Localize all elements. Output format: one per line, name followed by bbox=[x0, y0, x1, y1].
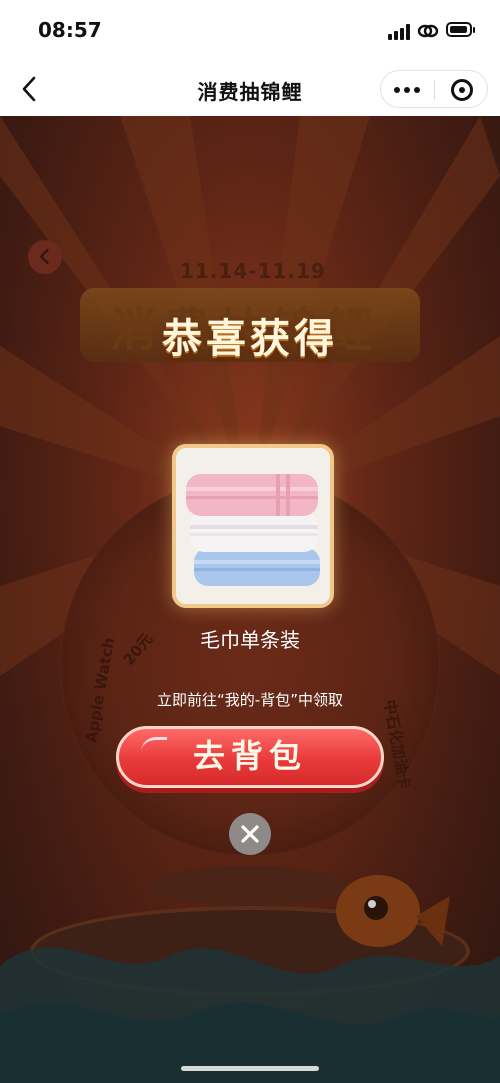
prize-image-card bbox=[172, 444, 334, 608]
nav-bar: 消费抽锦鲤 bbox=[0, 62, 500, 116]
battery-tip bbox=[473, 27, 475, 33]
prize-name: 毛巾单条装 bbox=[200, 628, 300, 652]
battery-icon bbox=[446, 22, 472, 37]
status-bar: 08:57 bbox=[0, 0, 500, 62]
game-back-icon bbox=[28, 240, 62, 274]
close-icon bbox=[241, 825, 259, 843]
go-to-bag-label: 去背包 bbox=[192, 737, 307, 775]
koi-fish-icon bbox=[336, 875, 450, 947]
mini-program-capsule bbox=[380, 70, 488, 108]
exit-button[interactable] bbox=[435, 71, 487, 107]
home-indicator bbox=[181, 1066, 319, 1071]
congrats-title: 恭喜获得 bbox=[162, 316, 338, 362]
close-button[interactable] bbox=[229, 813, 271, 855]
event-date: 11.14-11.19 bbox=[180, 259, 326, 283]
claim-hint: 立即前往“我的-背包”中领取 bbox=[157, 691, 343, 709]
button-shine bbox=[141, 737, 167, 752]
more-button[interactable] bbox=[381, 71, 434, 107]
link-icon bbox=[417, 22, 439, 40]
towel-image bbox=[176, 448, 330, 604]
status-time: 08:57 bbox=[38, 18, 102, 42]
go-to-bag-button[interactable]: 去背包 bbox=[116, 726, 384, 788]
signal-icon bbox=[388, 24, 412, 40]
